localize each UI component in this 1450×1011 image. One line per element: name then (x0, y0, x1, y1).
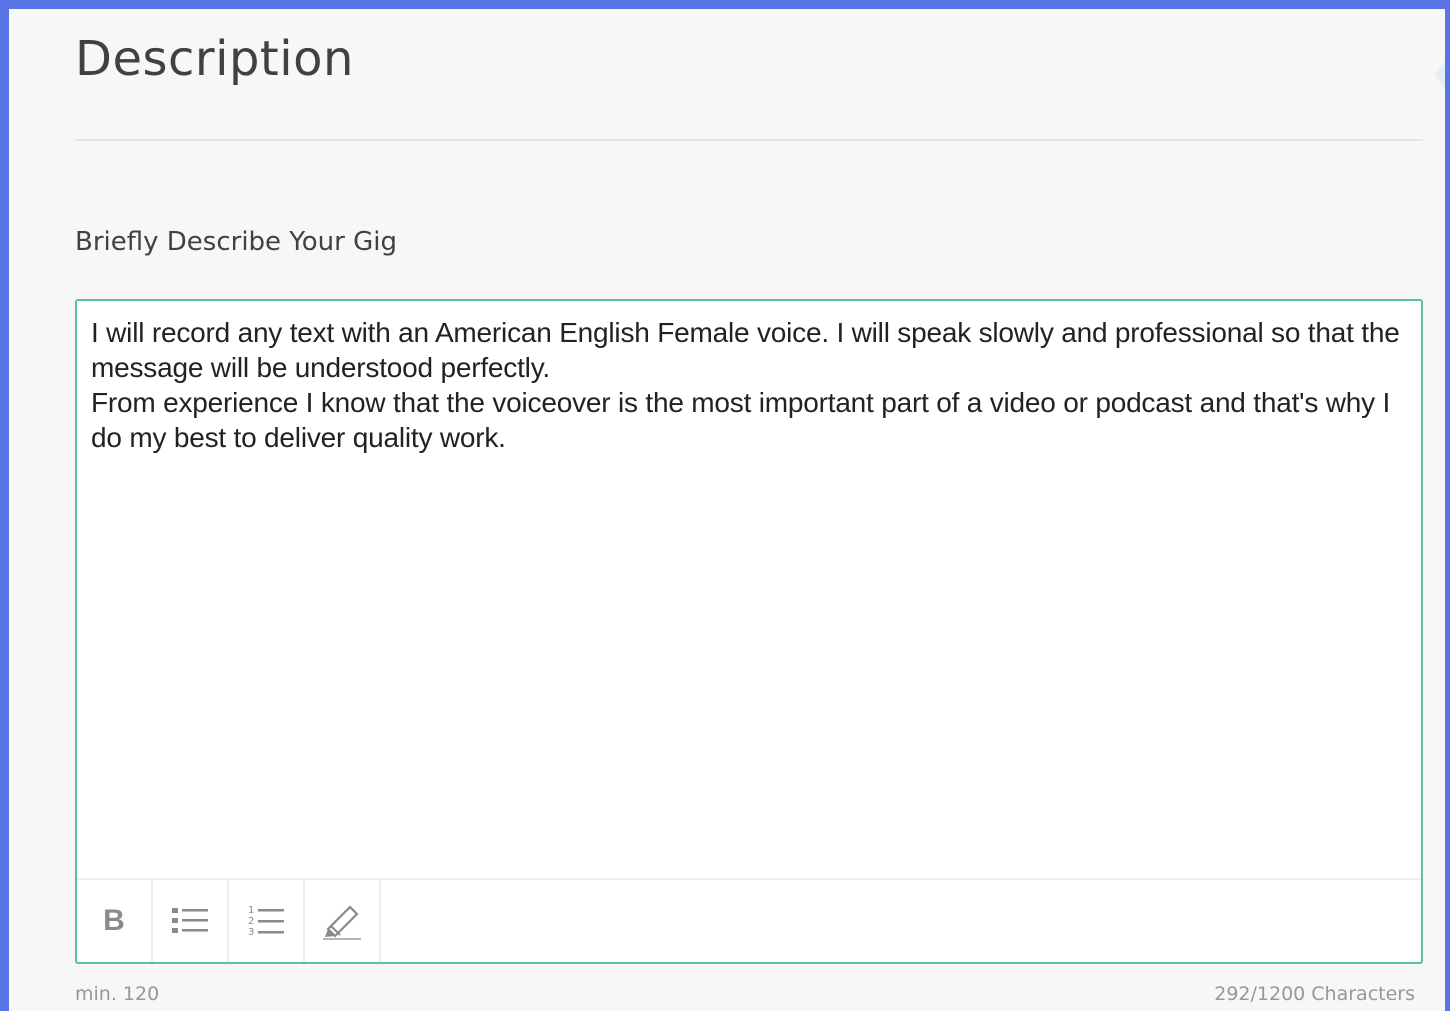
svg-text:3: 3 (248, 927, 254, 938)
field-label: Briefly Describe Your Gig (75, 227, 397, 257)
bold-button[interactable]: B (77, 880, 153, 962)
svg-text:2: 2 (248, 916, 254, 927)
numbered-list-icon: 1 2 3 (248, 905, 284, 938)
highlight-button[interactable] (305, 880, 381, 962)
highlighter-icon (323, 905, 361, 940)
section-title: Description (75, 31, 354, 87)
character-counter: 292/1200 Characters (1214, 983, 1415, 1005)
svg-text:1: 1 (248, 905, 254, 916)
min-characters-hint: min. 120 (75, 983, 160, 1005)
page-frame: Description Briefly Describe Your Gig I … (0, 0, 1450, 1011)
bulleted-list-button[interactable] (153, 880, 229, 962)
description-textarea[interactable]: I will record any text with an American … (91, 315, 1409, 455)
editor-toolbar: B 1 2 3 (77, 878, 1421, 962)
description-editor[interactable]: I will record any text with an American … (75, 299, 1423, 964)
bold-icon: B (103, 904, 125, 937)
scroll-indicator (1435, 61, 1445, 89)
bulleted-list-icon (172, 908, 208, 933)
section-divider (75, 139, 1423, 141)
numbered-list-button[interactable]: 1 2 3 (229, 880, 305, 962)
